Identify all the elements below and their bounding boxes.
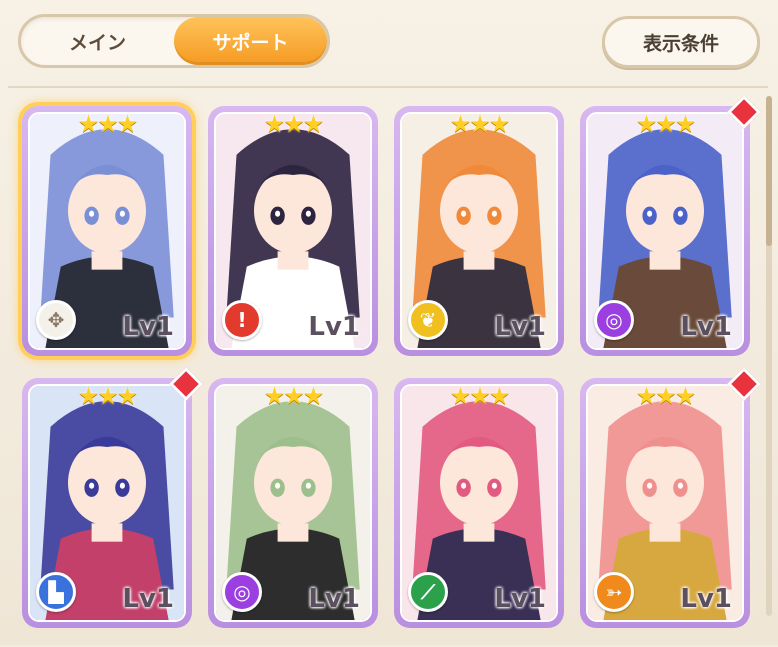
level-label: Lv1 — [494, 584, 546, 614]
character-card[interactable]: ★★★ ❦ Lv1 — [394, 106, 564, 356]
scrollbar[interactable] — [766, 96, 772, 616]
card-frame: ★★★ ⟋ Lv1 — [400, 384, 558, 622]
rarity-stars: ★★★ — [449, 112, 511, 138]
card-frame: ★★★ ◎ Lv1 — [214, 384, 372, 622]
level-label: Lv1 — [122, 584, 174, 614]
card-frame: ★★★ ▙ Lv1 — [28, 384, 186, 622]
light-icon: ❦ — [408, 300, 448, 340]
rarity-stars: ★★★ — [449, 384, 511, 410]
display-filter-button[interactable]: 表示条件 — [602, 16, 760, 68]
support-panel: メイン サポート 表示条件 ★★★ ✥ Lv1 ★★★! Lv1 ★★★ ❦ Lv1 ★★★ ◎ L… — [0, 0, 778, 645]
tab-bar: メイン サポート — [18, 14, 330, 68]
character-card[interactable]: ★★★ ▙ Lv1 — [22, 367, 203, 628]
rarity-stars: ★★★ — [263, 112, 325, 138]
boot-icon: ▙ — [36, 572, 76, 612]
tab-support[interactable]: サポート — [174, 17, 327, 65]
character-card[interactable]: ★★★ ◎ Lv1 — [580, 95, 761, 356]
dark-swirl-icon: ◎ — [594, 300, 634, 340]
character-card[interactable]: ★★★ ⟋ Lv1 — [394, 378, 564, 628]
rarity-stars: ★★★ — [77, 112, 139, 138]
character-card[interactable]: ★★★ ➳ Lv1 — [580, 367, 761, 628]
level-label: Lv1 — [680, 584, 732, 614]
dark-swirl-icon: ◎ — [222, 572, 262, 612]
card-frame: ★★★ ➳ Lv1 — [586, 384, 744, 622]
tab-main[interactable]: メイン — [21, 17, 174, 65]
card-frame: ★★★ ✥ Lv1 — [28, 112, 186, 350]
character-card[interactable]: ★★★ ◎ Lv1 — [208, 378, 378, 628]
rarity-stars: ★★★ — [263, 384, 325, 410]
bow-icon: ➳ — [594, 572, 634, 612]
rarity-stars: ★★★ — [77, 384, 139, 410]
card-frame: ★★★ ❦ Lv1 — [400, 112, 558, 350]
scrollbar-thumb[interactable] — [766, 96, 772, 246]
character-card[interactable]: ★★★ ✥ Lv1 — [22, 106, 192, 356]
level-label: Lv1 — [122, 312, 174, 342]
rarity-stars: ★★★ — [635, 112, 697, 138]
fire-icon: ! — [222, 300, 262, 340]
wand-icon: ⟋ — [408, 572, 448, 612]
level-label: Lv1 — [680, 312, 732, 342]
character-card[interactable]: ★★★! Lv1 — [208, 106, 378, 356]
rarity-stars: ★★★ — [635, 384, 697, 410]
card-frame: ★★★ ◎ Lv1 — [586, 112, 744, 350]
wind-icon: ✥ — [36, 300, 76, 340]
level-label: Lv1 — [308, 312, 360, 342]
card-frame: ★★★! Lv1 — [214, 112, 372, 350]
level-label: Lv1 — [308, 584, 360, 614]
level-label: Lv1 — [494, 312, 546, 342]
